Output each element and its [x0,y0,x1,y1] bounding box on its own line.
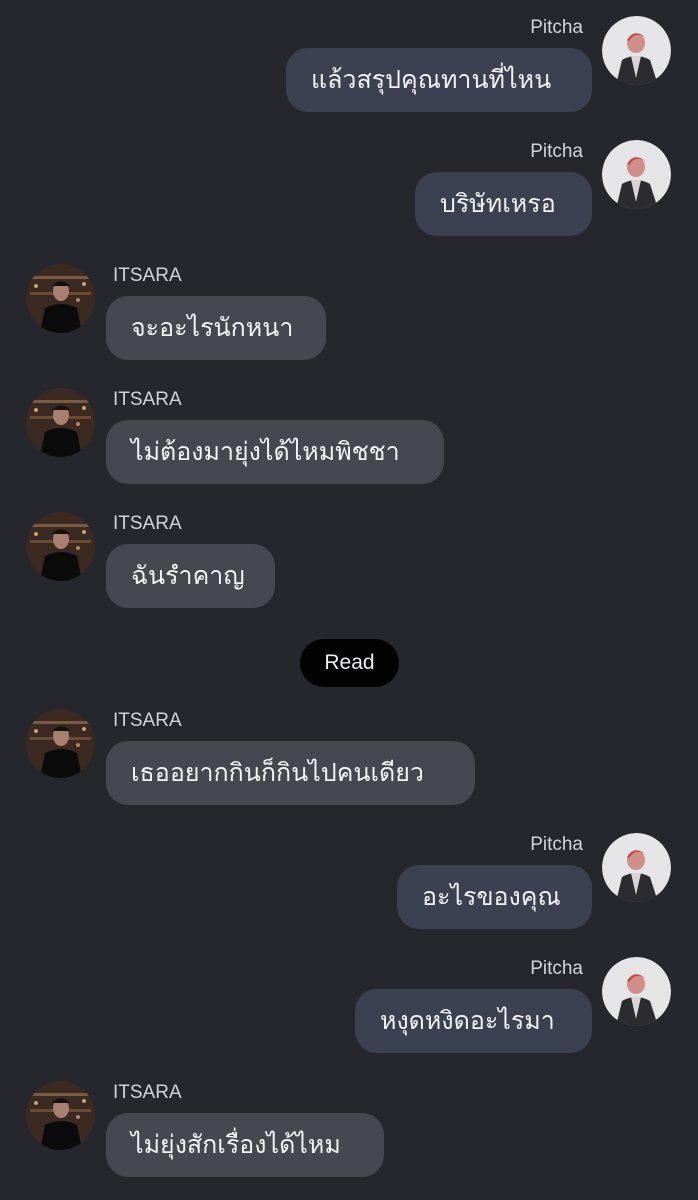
message-bubble[interactable]: จะอะไรนักหนา [106,296,326,360]
sender-name: ITSARA [113,1082,182,1103]
message-bubble[interactable]: ฉันรำคาญ [106,544,275,608]
sender-name: ITSARA [113,710,182,731]
message-bubble[interactable]: อะไรของคุณ [397,865,592,929]
message-bubble[interactable]: หงุดหงิดอะไรมา [355,989,592,1053]
itsara-avatar-icon[interactable] [26,512,95,581]
itsara-avatar-icon[interactable] [26,264,95,333]
read-receipt: Read [300,639,399,687]
itsara-avatar-icon[interactable] [26,1081,95,1150]
pitcha-avatar-icon[interactable] [602,957,671,1026]
itsara-avatar-icon[interactable] [26,709,95,778]
sender-name: ITSARA [113,265,182,286]
sender-name: Pitcha [530,17,583,38]
pitcha-avatar-icon[interactable] [602,140,671,209]
sender-name: ITSARA [113,513,182,534]
itsara-avatar-icon[interactable] [26,388,95,457]
message-bubble[interactable]: เธออยากกินก็กินไปคนเดียว [106,741,475,805]
sender-name: Pitcha [530,958,583,979]
message-bubble[interactable]: ไม่ยุ่งสักเรื่องได้ไหม [106,1113,384,1177]
sender-name: ITSARA [113,389,182,410]
sender-name: Pitcha [530,141,583,162]
pitcha-avatar-icon[interactable] [602,16,671,85]
message-bubble[interactable]: ไม่ต้องมายุ่งได้ไหมพิชชา [106,420,444,484]
sender-name: Pitcha [530,834,583,855]
message-bubble[interactable]: บริษัทเหรอ [415,172,592,236]
message-bubble[interactable]: แล้วสรุปคุณทานที่ไหน [286,48,592,112]
pitcha-avatar-icon[interactable] [602,833,671,902]
